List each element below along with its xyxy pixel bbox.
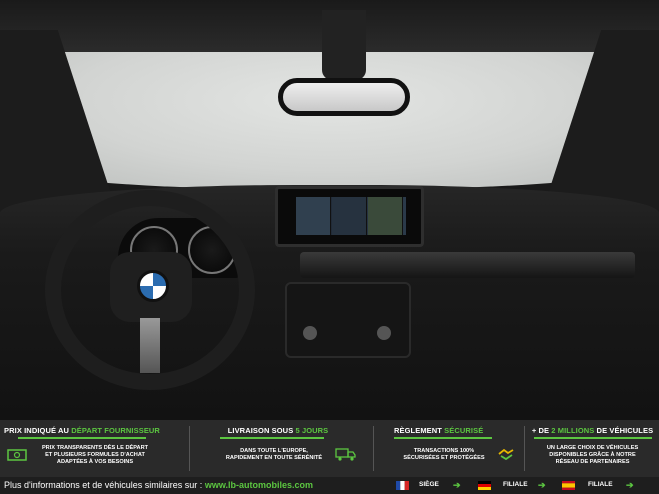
spain-flag-icon [562,481,575,490]
screen-tile [332,197,367,235]
payment-text: TRANSACTIONS 100% SÉCURISÉES ET PROTÉGÉES [403,448,485,461]
delivery-title: LIVRAISON SOUS 5 JOURS [227,426,329,435]
info-banner: PRIX INDIQUÉ AU DÉPART FOURNISSEUR PRIX … [0,420,659,477]
footer-bar: Plus d'informations et de véhicules simi… [0,477,659,494]
screen-display [296,197,406,235]
steering-spoke [140,318,160,373]
website-link[interactable]: www.lb-automobiles.com [205,480,313,490]
screen-tile [296,197,331,235]
banner-vehicles: + DE 2 MILLIONS DE VÉHICULES UN LARGE CH… [526,420,659,477]
bmw-logo [137,270,169,302]
banner-price: PRIX INDIQUÉ AU DÉPART FOURNISSEUR PRIX … [0,420,164,477]
cash-icon [7,448,27,465]
title-underline [18,437,146,439]
price-title: PRIX INDIQUÉ AU DÉPART FOURNISSEUR [4,426,160,435]
banner-payment: RÈGLEMENT SÉCURISÉ TRANSACTIONS 100% SÉCU… [376,420,516,477]
france-flag-icon [396,481,409,490]
divider [524,426,525,471]
divider [189,426,190,471]
center-console [285,282,411,358]
filiale-label: FILIALE [503,481,528,488]
infotainment-screen [275,186,424,247]
germany-flag-icon [478,481,491,490]
payment-title: RÈGLEMENT SÉCURISÉ [394,426,484,435]
handshake-icon [497,446,515,465]
delivery-text: DANS TOUTE L'EUROPE, RAPIDEMENT EN TOUTE … [225,448,323,461]
banner-delivery: LIVRAISON SOUS 5 JOURS DANS TOUTE L'EURO… [192,420,364,477]
mirror-mount [322,10,366,80]
arrow-right-icon: ➔ [538,480,546,490]
filiale-label: FILIALE [588,481,613,488]
console-knob [377,326,391,340]
dash-trim [300,252,635,278]
vehicles-text: UN LARGE CHOIX DE VÉHICULES DISPONIBLES G… [546,445,639,465]
arrow-right-icon: ➔ [626,480,634,490]
arrow-right-icon: ➔ [453,480,461,490]
divider [373,426,374,471]
car-interior-photo [0,0,659,420]
title-underline [534,437,652,439]
footer-info: Plus d'informations et de véhicules simi… [4,480,313,490]
siege-label: SIÈGE [419,481,439,488]
rearview-mirror [278,78,410,116]
title-underline [220,437,324,439]
title-underline [394,437,492,439]
price-text: PRIX TRANSPARENTS DÈS LE DÉPART ET PLUSIE… [41,445,149,465]
screen-tile [368,197,403,235]
console-knob [303,326,317,340]
vehicles-title: + DE 2 MILLIONS DE VÉHICULES [531,426,654,435]
truck-icon [335,447,357,464]
